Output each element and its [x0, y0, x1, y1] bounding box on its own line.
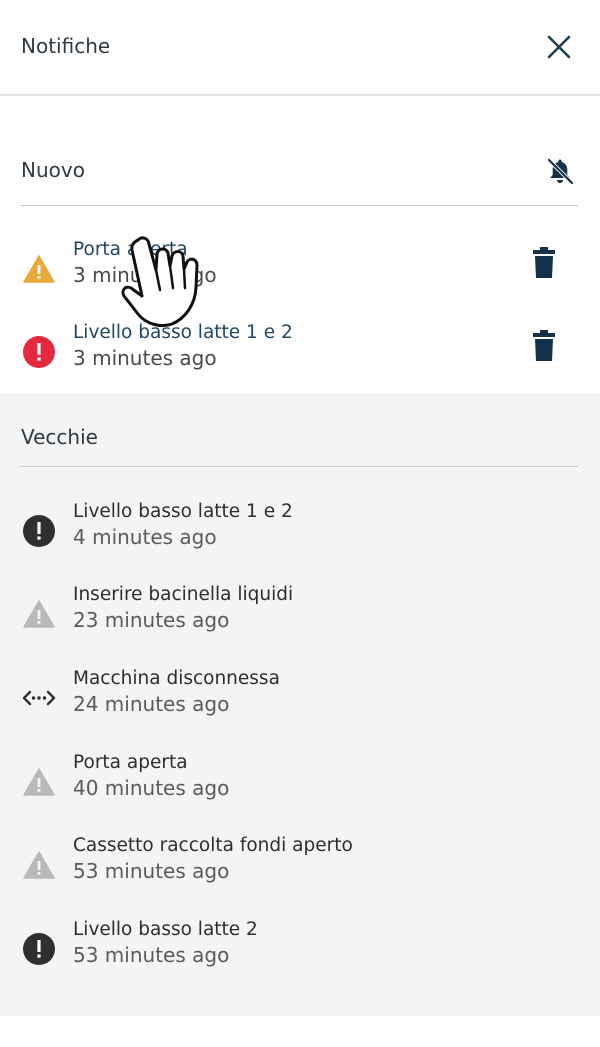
list-item[interactable]: Livello basso latte 1 e 2 4 minutes ago — [0, 501, 600, 561]
notification-time: 3 minutes ago — [73, 263, 217, 287]
section-title-new: Nuovo — [21, 158, 85, 182]
notification-title: Cassetto raccolta fondi aperto — [73, 835, 353, 856]
warning-icon — [23, 255, 55, 283]
warning-icon — [23, 600, 55, 628]
bell-off-icon[interactable] — [545, 156, 575, 186]
notifications-header: Notifiche — [0, 0, 600, 96]
notification-title: Livello basso latte 2 — [73, 919, 258, 940]
notification-title: Macchina disconnessa — [73, 668, 280, 689]
list-item[interactable]: Livello basso latte 1 e 2 3 minutes ago — [0, 322, 600, 382]
new-notifications-section: Nuovo Porta aperta 3 minutes ago Livello… — [0, 96, 600, 393]
notification-time: 4 minutes ago — [73, 525, 217, 549]
section-divider — [20, 205, 578, 206]
notification-title: Livello basso latte 1 e 2 — [73, 501, 293, 522]
error-icon — [23, 515, 55, 547]
notification-time: 53 minutes ago — [73, 859, 230, 883]
trash-icon[interactable] — [528, 245, 560, 281]
list-item[interactable]: Inserire bacinella liquidi 23 minutes ag… — [0, 584, 600, 644]
notification-title: Livello basso latte 1 e 2 — [73, 322, 293, 343]
list-item[interactable]: Cassetto raccolta fondi aperto 53 minute… — [0, 835, 600, 895]
notification-title: Porta aperta — [73, 752, 188, 773]
section-title-old: Vecchie — [21, 425, 98, 449]
notification-time: 40 minutes ago — [73, 776, 230, 800]
notification-time: 23 minutes ago — [73, 608, 230, 632]
list-item[interactable]: Porta aperta 40 minutes ago — [0, 752, 600, 812]
warning-icon — [23, 768, 55, 796]
panel-title: Notifiche — [21, 34, 111, 58]
error-icon — [23, 933, 55, 965]
notification-title: Inserire bacinella liquidi — [73, 584, 294, 605]
notification-time: 53 minutes ago — [73, 943, 230, 967]
list-item[interactable]: Porta aperta 3 minutes ago — [0, 239, 600, 299]
disconnected-icon — [22, 690, 56, 706]
error-icon — [23, 336, 55, 368]
warning-icon — [23, 851, 55, 879]
notification-time: 3 minutes ago — [73, 346, 217, 370]
notification-title: Porta aperta — [73, 239, 188, 260]
list-item[interactable]: Livello basso latte 2 53 minutes ago — [0, 919, 600, 979]
trash-icon[interactable] — [528, 328, 560, 364]
old-notifications-section: Vecchie Livello basso latte 1 e 2 4 minu… — [0, 393, 600, 1016]
section-divider — [20, 466, 578, 467]
list-item[interactable]: Macchina disconnessa 24 minutes ago — [0, 668, 600, 728]
close-icon[interactable] — [544, 32, 574, 62]
notification-time: 24 minutes ago — [73, 692, 230, 716]
